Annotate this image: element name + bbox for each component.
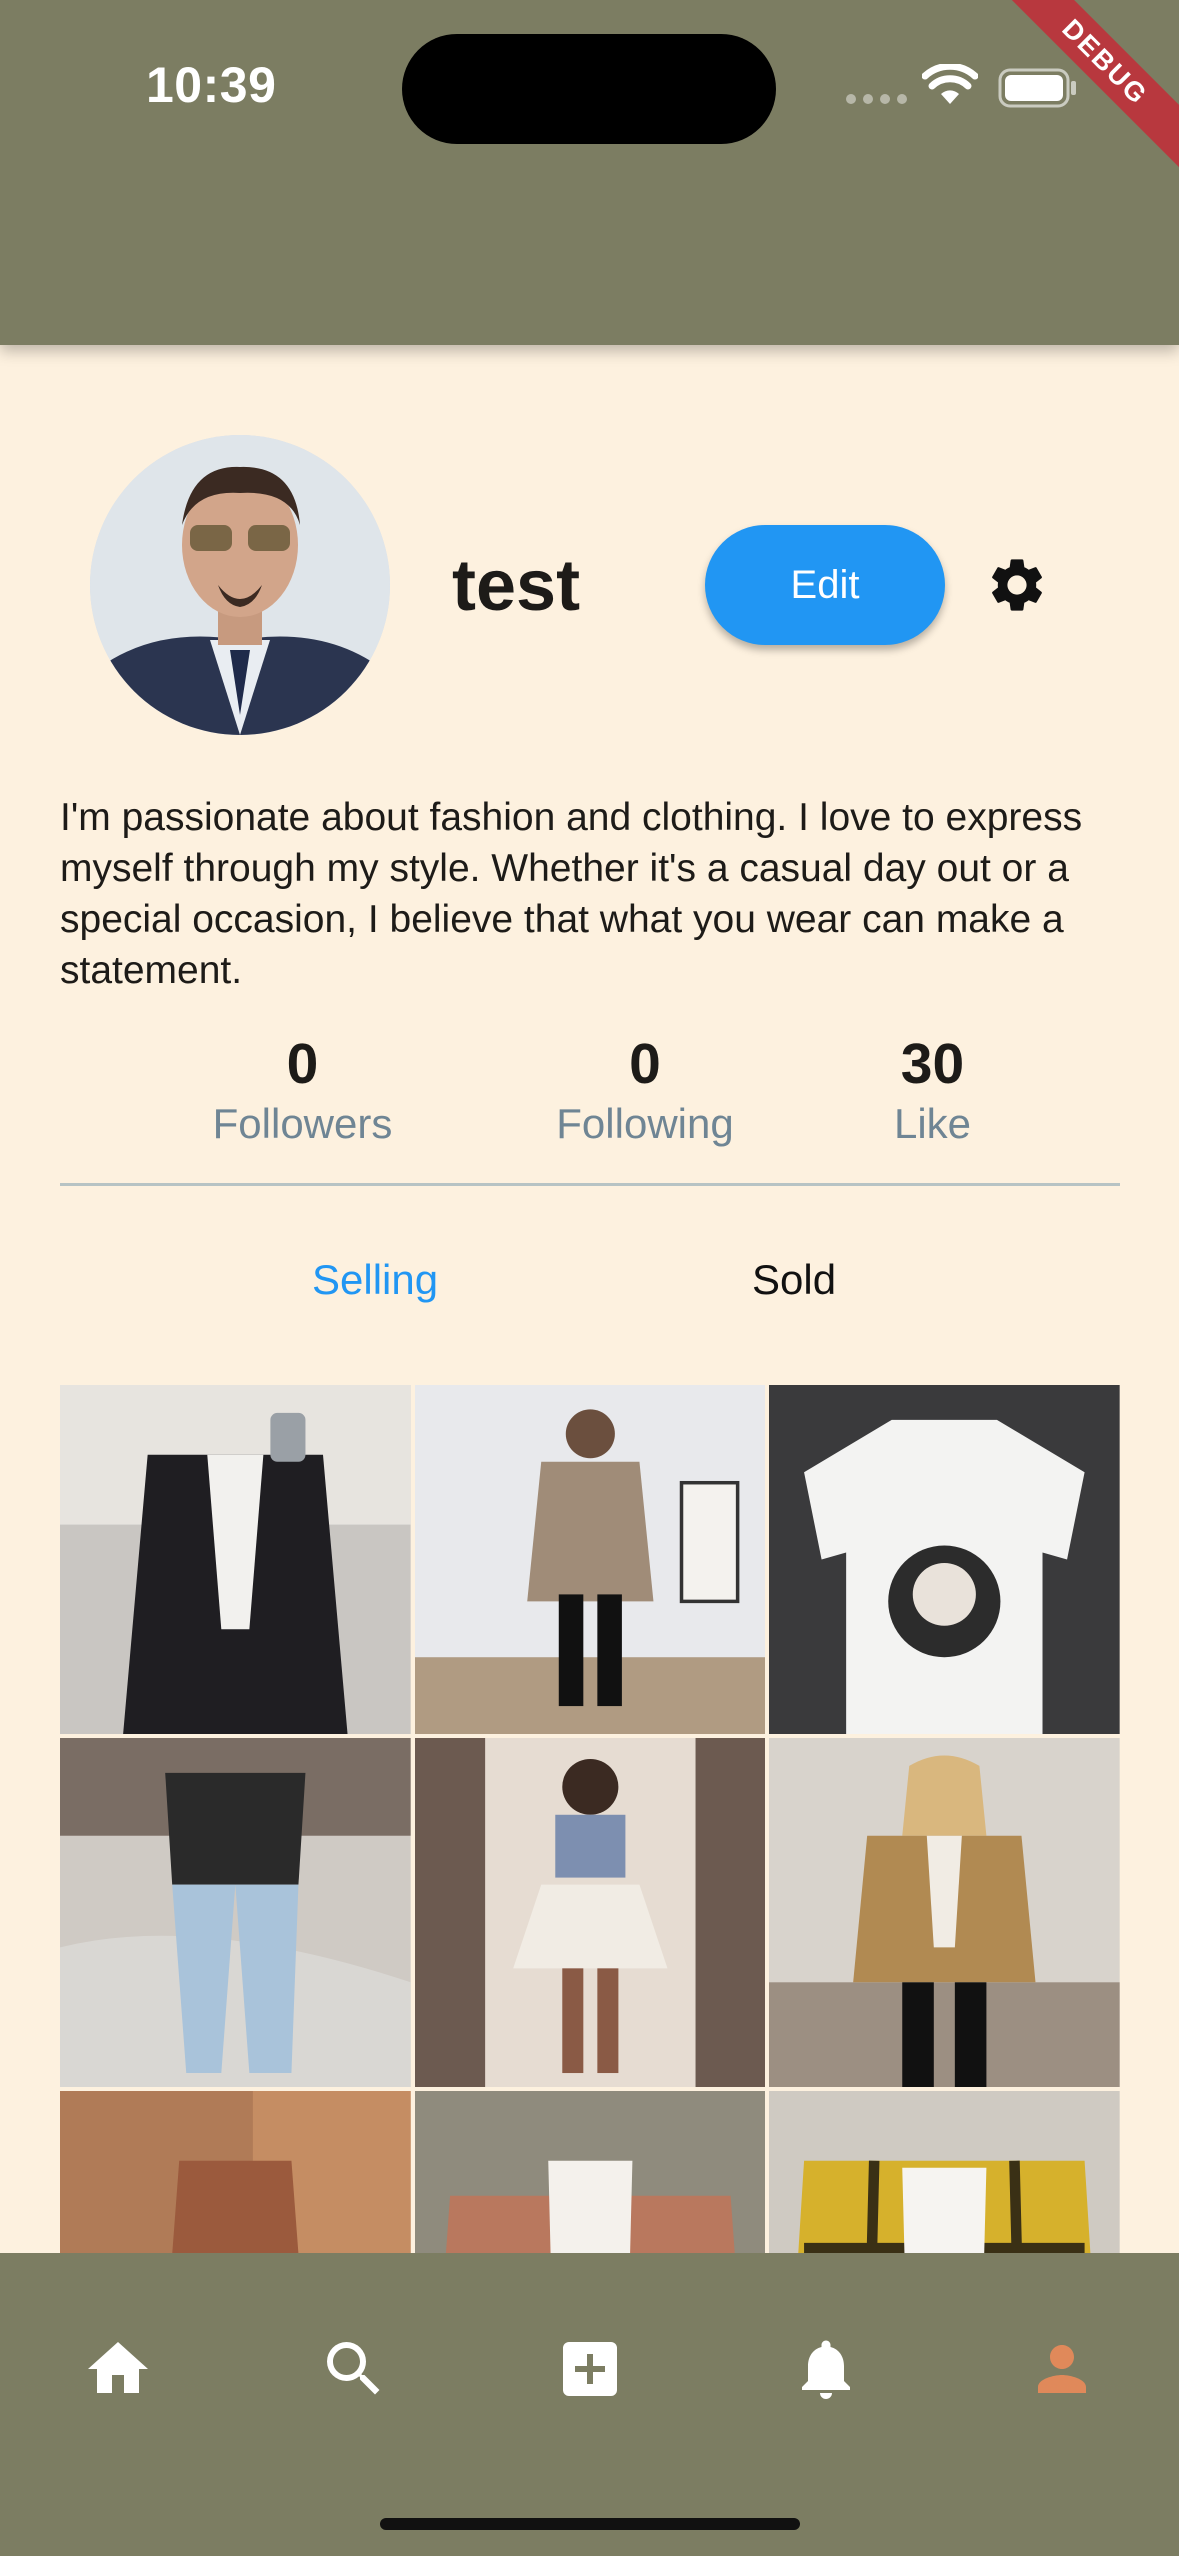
like-label: Like — [893, 1100, 972, 1147]
cellular-signal-icon — [846, 94, 907, 104]
following-stat[interactable]: 0 Following — [545, 1030, 745, 1150]
add-box-icon[interactable] — [554, 2333, 626, 2405]
product-photo-white-skirt[interactable] — [414, 1738, 766, 2087]
search-icon[interactable] — [318, 2333, 390, 2405]
product-photo-camel-blazer[interactable] — [769, 1738, 1120, 2087]
product-photo-paisley-cardigan[interactable] — [414, 2091, 766, 2253]
home-indicator[interactable] — [380, 2518, 800, 2530]
product-photo-vest[interactable] — [60, 1385, 411, 1734]
following-label: Following — [556, 1100, 734, 1147]
product-photo-shacket[interactable] — [414, 1385, 766, 1734]
product-photo-graphic-tee[interactable] — [769, 1385, 1120, 1734]
dynamic-island — [402, 34, 776, 144]
followers-count: 0 — [286, 1032, 319, 1096]
like-stat: 30 Like — [880, 1030, 985, 1150]
followers-stat[interactable]: 0 Followers — [200, 1030, 405, 1150]
product-photo-print-dress[interactable] — [60, 2091, 411, 2253]
product-grid — [60, 1385, 1120, 2253]
like-count: 30 — [900, 1032, 965, 1096]
tab-sold[interactable]: Sold — [752, 1254, 836, 1306]
stats-divider — [60, 1183, 1120, 1186]
status-time: 10:39 — [146, 57, 277, 113]
settings-gear-icon[interactable] — [985, 553, 1049, 617]
wifi-icon — [922, 64, 978, 104]
bottom-navigation-bar — [0, 2253, 1179, 2556]
edit-profile-button[interactable]: Edit — [705, 525, 945, 645]
person-icon[interactable] — [1026, 2333, 1098, 2405]
home-icon[interactable] — [82, 2333, 154, 2405]
app-bar: 10:39 — [0, 0, 1179, 345]
followers-label: Followers — [212, 1100, 393, 1147]
tab-selling[interactable]: Selling — [312, 1254, 438, 1306]
profile-bio: I'm passionate about fashion and clothin… — [60, 796, 1083, 992]
profile-username: test — [452, 546, 581, 626]
avatar[interactable] — [90, 435, 390, 735]
product-photo-plaid-shirt[interactable] — [769, 2091, 1120, 2253]
product-photo-ripped-jeans[interactable] — [60, 1738, 411, 2087]
notification-bell-icon[interactable] — [790, 2333, 862, 2405]
battery-icon — [998, 68, 1076, 108]
following-count: 0 — [629, 1032, 661, 1096]
